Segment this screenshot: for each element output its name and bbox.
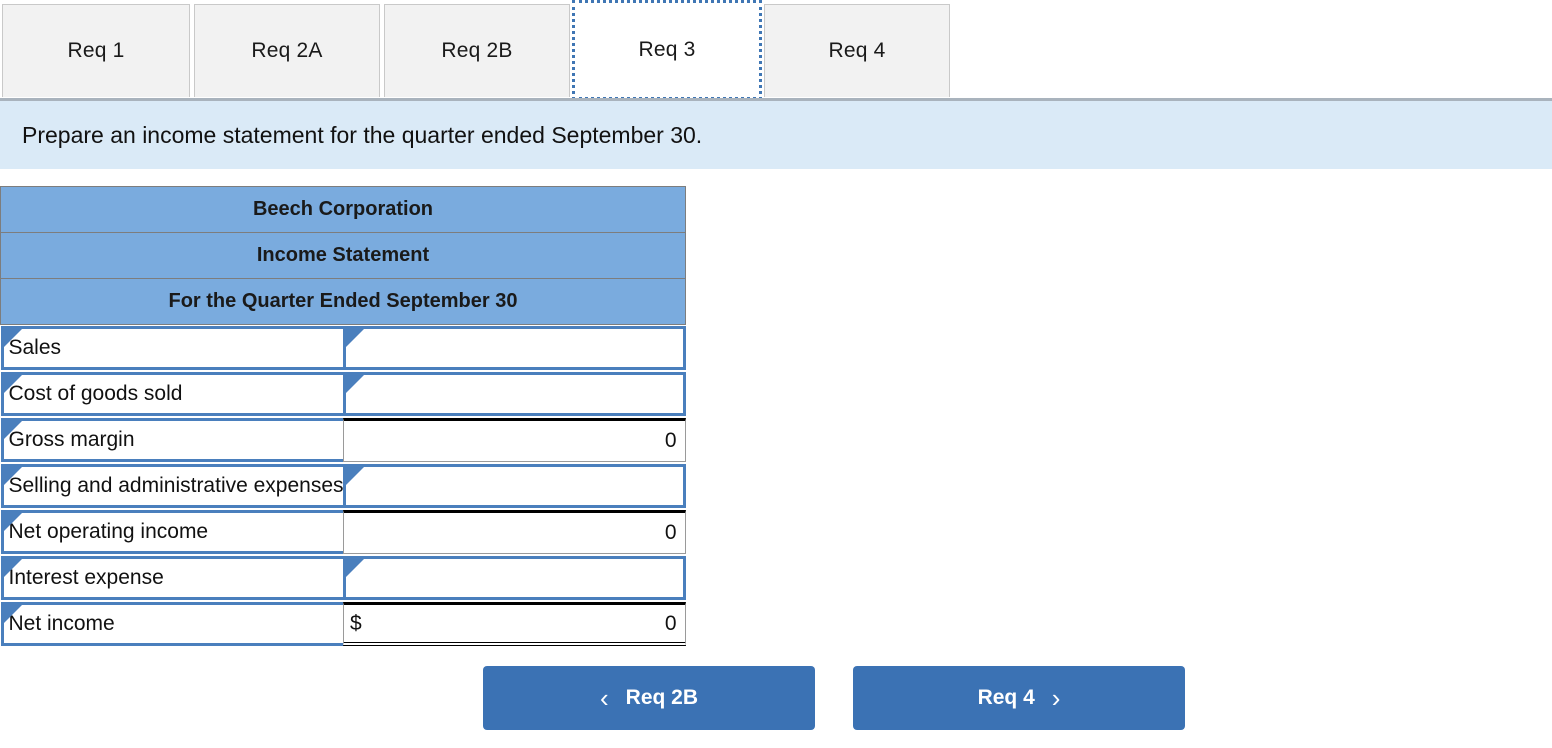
statement-header-line: For the Quarter Ended September 30: [0, 278, 686, 325]
dropdown-triangle-icon: [3, 329, 22, 347]
dropdown-triangle-icon: [3, 605, 22, 623]
currency-symbol: $: [350, 611, 362, 635]
statement-header-row: Income Statement: [0, 232, 686, 279]
instruction-text: Prepare an income statement for the quar…: [22, 121, 703, 148]
computed-amount-cell: 0: [343, 418, 686, 462]
line-item-label-text: Net income: [8, 612, 115, 635]
tab-req3[interactable]: Req 3: [572, 0, 762, 100]
dropdown-triangle-icon: [3, 467, 22, 485]
line-item-label-text: Gross margin: [8, 428, 135, 451]
tab-req2b[interactable]: Req 2B: [384, 4, 570, 97]
computed-amount-value: 0: [664, 521, 677, 544]
chevron-left-icon: ‹: [599, 683, 609, 713]
income-statement-table: Beech Corporation Income Statement For the…: [0, 186, 686, 647]
statement-row: Gross margin 0: [0, 417, 686, 463]
next-requirement-button[interactable]: Req 4 ›: [853, 666, 1185, 730]
dropdown-triangle-icon: [3, 375, 22, 393]
statement-row: Sales: [0, 325, 686, 372]
line-item-label-text: Selling and administrative expenses: [8, 474, 344, 497]
computed-amount-cell: 0: [343, 510, 686, 554]
dropdown-triangle-icon: [3, 513, 22, 531]
tab-label: Req 1: [67, 39, 125, 62]
tab-label: Req 2A: [251, 39, 323, 62]
dropdown-triangle-icon: [346, 467, 364, 485]
chevron-right-icon: ›: [1051, 683, 1061, 713]
prev-requirement-label: Req 2B: [625, 686, 699, 709]
statement-row: Interest expense: [0, 555, 686, 601]
next-requirement-label: Req 4: [977, 686, 1035, 709]
statement-row: Cost of goods sold: [0, 371, 686, 417]
statement-header-row: For the Quarter Ended September 30: [0, 278, 686, 325]
tab-req2a[interactable]: Req 2A: [194, 4, 380, 97]
amount-input-field[interactable]: [343, 464, 686, 508]
dropdown-triangle-icon: [346, 329, 364, 347]
line-item-label-text: Cost of goods sold: [8, 382, 183, 405]
tab-strip: Req 1 Req 2A Req 2B Req 3 Req 4: [0, 0, 1552, 100]
amount-input-field[interactable]: [343, 556, 686, 600]
amount-input-field[interactable]: [343, 372, 686, 416]
computed-amount-value: 0: [664, 429, 677, 452]
statement-row: Net operating income 0: [0, 509, 686, 555]
navigation-buttons: ‹ Req 2B Req 4 ›: [483, 666, 1185, 730]
statement-header-row: Beech Corporation: [0, 186, 686, 233]
line-item-label-text: Interest expense: [8, 566, 164, 589]
prev-requirement-button[interactable]: ‹ Req 2B: [483, 666, 815, 730]
statement-header-line: Income Statement: [0, 232, 686, 279]
tab-label: Req 2B: [441, 39, 513, 62]
dropdown-triangle-icon: [3, 559, 22, 577]
tab-req1[interactable]: Req 1: [2, 4, 190, 97]
dropdown-triangle-icon: [346, 375, 364, 393]
dropdown-triangle-icon: [3, 421, 22, 439]
statement-row: Selling and administrative expenses: [0, 463, 686, 509]
tab-req4[interactable]: Req 4: [764, 4, 950, 97]
statement-row: Net income $0: [0, 601, 686, 647]
computed-amount-cell: $0: [343, 602, 686, 646]
dropdown-triangle-icon: [346, 559, 364, 577]
instruction-banner: Prepare an income statement for the quar…: [0, 101, 1552, 169]
line-item-label-text: Net operating income: [8, 520, 209, 543]
computed-amount-value: 0: [664, 611, 677, 635]
statement-header-line: Beech Corporation: [0, 186, 686, 233]
tab-label: Req 4: [828, 39, 886, 62]
tab-label: Req 3: [638, 38, 696, 61]
amount-input-field[interactable]: [343, 326, 686, 370]
